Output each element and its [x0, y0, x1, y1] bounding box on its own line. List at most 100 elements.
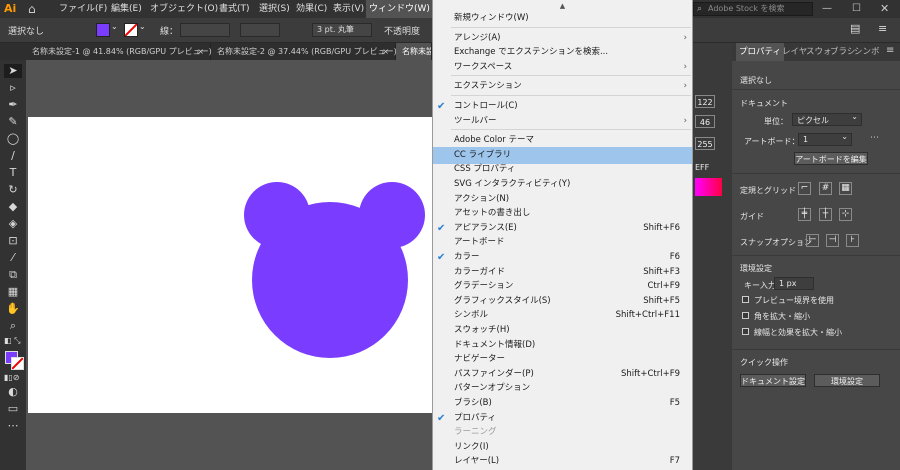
brush-definition-dropdown[interactable]: 3 pt. 丸筆 [312, 23, 372, 37]
stroke-color-box[interactable] [11, 357, 24, 370]
artboard-tool-icon[interactable]: ▦ [4, 285, 22, 299]
smart-guides-icon[interactable]: ⊹ [839, 208, 852, 221]
tab-document-2[interactable]: 名称未設定-2 @ 37.44% (RGB/GPU プレビュー) × [211, 43, 397, 60]
snap-to-grid-icon[interactable]: ⊦ [846, 234, 859, 247]
eyedropper-tool-icon[interactable]: ⁄ [4, 251, 22, 265]
menu-item-label: 新規ウィンドウ(W) [454, 13, 529, 23]
rotate-tool-icon[interactable]: ↻ [4, 183, 22, 197]
chevron-down-icon[interactable]: ⌄ [139, 22, 146, 31]
document-heading: ドキュメント [740, 99, 788, 108]
unit-dropdown[interactable]: ピクセル ⌄ [792, 112, 862, 126]
drawing-modes-icon[interactable]: ◐ [4, 385, 22, 399]
use-preview-bounds-checkbox[interactable] [742, 296, 749, 303]
stroke-label: 線： [160, 27, 179, 37]
artboard[interactable] [28, 117, 432, 413]
arrange-documents-icon[interactable]: ▤ [850, 21, 866, 37]
red-value-field[interactable]: 122 [695, 95, 715, 108]
use-preview-bounds-label: プレビュー境界を使用 [754, 296, 834, 305]
menu-item-label: エクステンション [454, 81, 522, 92]
free-transform-tool-icon[interactable]: ⊡ [4, 234, 22, 248]
green-value-field[interactable]: 46 [695, 115, 715, 128]
swap-colors-icon[interactable]: ◧ ⤡ [4, 336, 24, 348]
tab-document-active[interactable]: 名称未設 [396, 43, 432, 60]
preferences-heading: 環境設定 [740, 264, 772, 273]
more-tools-icon[interactable]: ⋯ [4, 419, 22, 433]
direct-selection-tool-icon[interactable]: ▹ [4, 81, 22, 95]
color-spectrum[interactable] [695, 178, 722, 196]
screen-mode-icon[interactable]: ▭ [4, 402, 22, 416]
selection-status: 選択なし [8, 27, 45, 37]
close-tab-icon[interactable]: × [197, 43, 204, 60]
scale-strokes-checkbox[interactable] [742, 328, 749, 335]
menu-separator [451, 26, 691, 28]
panel-menu-icon[interactable]: ≡ [878, 21, 892, 37]
window-menu-item[interactable]: レイヤー(L) F7 [433, 453, 692, 470]
tab-layers[interactable]: レイヤ [782, 43, 807, 61]
tab-properties[interactable]: プロパティ [736, 43, 784, 61]
curvature-tool-icon[interactable]: ✎ [4, 115, 22, 129]
menu-select[interactable]: 選択(S) [259, 0, 290, 18]
snap-options-label: スナップオプション [740, 238, 812, 247]
panel-menu-icon[interactable]: ≡ [886, 45, 894, 56]
window-menu-item[interactable]: エクステンション › [433, 78, 692, 95]
home-icon[interactable]: ⌂ [28, 1, 42, 17]
eraser-tool-icon[interactable]: ◆ [4, 200, 22, 214]
more-options-icon[interactable]: ⋯ [870, 133, 879, 143]
scale-strokes-label: 線幅と効果を拡大・縮小 [754, 328, 842, 337]
minimize-icon[interactable]: — [822, 0, 836, 18]
tab-symbols[interactable]: シンボ [854, 43, 880, 61]
menu-view[interactable]: 表示(V) [333, 0, 364, 18]
lock-guides-icon[interactable]: ┼ [819, 208, 832, 221]
scale-corners-checkbox[interactable] [742, 312, 749, 319]
show-guides-icon[interactable]: ╪ [798, 208, 811, 221]
tab-swatches[interactable]: スウォ [806, 43, 832, 61]
window-menu-item[interactable]: ワークスペース › [433, 59, 692, 76]
chevron-down-icon[interactable]: ⌄ [111, 22, 118, 31]
ruler-icon[interactable]: ⌐ [798, 182, 811, 195]
window-menu-item[interactable]: 新規ウィンドウ(W) [433, 10, 692, 27]
hex-value[interactable]: EFF [695, 163, 709, 172]
preferences-button[interactable]: 環境設定 [814, 374, 880, 387]
menu-edit[interactable]: 編集(E) [111, 0, 142, 18]
grid-icon[interactable]: # [819, 182, 832, 195]
type-tool-icon[interactable]: T [4, 166, 22, 180]
tab-document-1[interactable]: 名称未設定-1 @ 41.84% (RGB/GPU プレビュー) × [26, 43, 212, 60]
bear-face-shape[interactable] [28, 117, 432, 413]
fill-swatch[interactable] [96, 23, 110, 37]
transparency-grid-icon[interactable]: ▦ [839, 182, 852, 195]
document-setup-button[interactable]: ドキュメント設定 [740, 374, 806, 387]
zoom-tool-icon[interactable]: ⌕ [4, 319, 22, 333]
snap-to-pixel-icon[interactable]: ⊣ [826, 234, 839, 247]
hand-tool-icon[interactable]: ✋ [4, 302, 22, 316]
stock-search-box[interactable]: ⌕ Adobe Stock を検索 [693, 2, 813, 16]
blend-tool-icon[interactable]: ⧉ [4, 268, 22, 282]
variable-width-profile[interactable] [240, 23, 280, 37]
menu-window[interactable]: ウィンドウ(W) [366, 0, 433, 18]
tab-brushes[interactable]: ブラシ [830, 43, 855, 61]
ellipse-tool-icon[interactable]: ◯ [4, 132, 22, 146]
search-icon: ⌕ [697, 4, 703, 14]
selection-tool-icon[interactable]: ➤ [4, 64, 22, 78]
color-mode-icons[interactable]: ▮▯⊘ [4, 373, 24, 382]
stroke-swatch[interactable] [124, 23, 138, 37]
snap-to-point-icon[interactable]: ⊢ [806, 234, 819, 247]
menu-effect[interactable]: 効果(C) [296, 0, 327, 18]
pen-tool-icon[interactable]: ✒ [4, 98, 22, 112]
submenu-arrow-icon: › [683, 61, 687, 72]
paintbrush-tool-icon[interactable]: ∕ [4, 149, 22, 163]
menu-file[interactable]: ファイル(F) [59, 0, 107, 18]
properties-panel: プロパティ レイヤ スウォ ブラシ シンボ ≡ 選択なし ドキュメント 単位： … [732, 43, 900, 470]
stock-search-placeholder: Adobe Stock を検索 [708, 4, 785, 13]
menu-object[interactable]: オブジェクト(O) [150, 0, 218, 18]
blue-value-field[interactable]: 255 [695, 137, 715, 150]
key-increment-field[interactable]: 1 px [774, 277, 814, 290]
stroke-weight-field[interactable] [180, 23, 230, 37]
window-menu-item[interactable]: ツールバー › [433, 113, 692, 130]
close-window-icon[interactable]: ✕ [880, 0, 894, 18]
menu-type[interactable]: 書式(T) [219, 0, 250, 18]
artboard-dropdown[interactable]: 1 ⌄ [798, 132, 852, 146]
edit-artboard-button[interactable]: アートボードを編集 [794, 152, 868, 165]
shape-builder-tool-icon[interactable]: ◈ [4, 217, 22, 231]
close-tab-icon[interactable]: × [382, 43, 389, 60]
maximize-icon[interactable]: ☐ [852, 0, 866, 18]
